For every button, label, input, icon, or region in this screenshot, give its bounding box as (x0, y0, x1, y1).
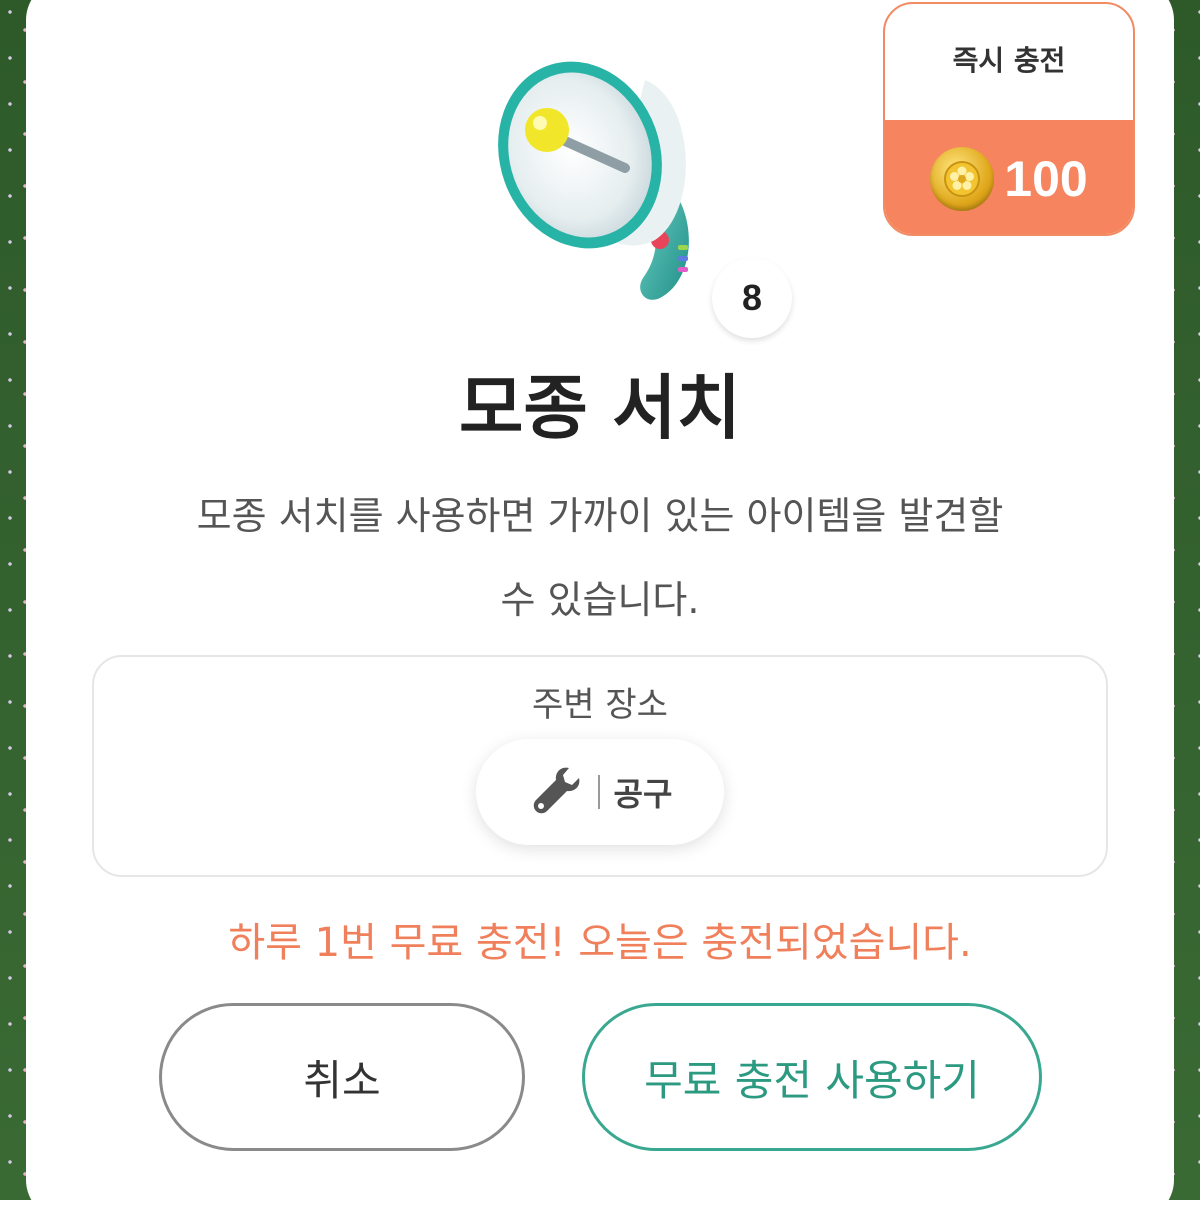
item-count-badge: 8 (712, 258, 792, 338)
instant-charge-card[interactable]: 즉시 충전 100 (883, 2, 1135, 236)
daily-free-charge-notice: 하루 1번 무료 충전! 오늘은 충전되었습니다. (228, 920, 972, 966)
cancel-button[interactable]: 취소 (159, 1003, 525, 1151)
instant-charge-price: 100 (885, 120, 1133, 234)
wrench-icon (528, 762, 584, 822)
item-description-line: 모종 서치를 사용하면 가까이 있는 아이템을 발견할 (196, 494, 1004, 538)
place-chip-label: 공구 (613, 775, 673, 813)
place-chip-tools[interactable]: 공구 (476, 739, 724, 845)
chip-divider (597, 775, 600, 809)
nearby-places-label: 주변 장소 (532, 685, 668, 725)
instant-charge-amount: 100 (1004, 151, 1088, 207)
item-title: 모종 서치 (459, 367, 741, 449)
use-free-charge-button[interactable]: 무료 충전 사용하기 (582, 1003, 1042, 1151)
instant-charge-title: 즉시 충전 (952, 44, 1066, 77)
item-description-line: 수 있습니다. (500, 578, 700, 622)
megaphone-icon (495, 40, 705, 310)
item-description: 모종 서치를 사용하면 가까이 있는 아이템을 발견할 수 있습니다. (90, 474, 1110, 642)
coin-icon (930, 147, 995, 211)
nearby-places-box: 주변 장소 공구 (92, 655, 1108, 877)
